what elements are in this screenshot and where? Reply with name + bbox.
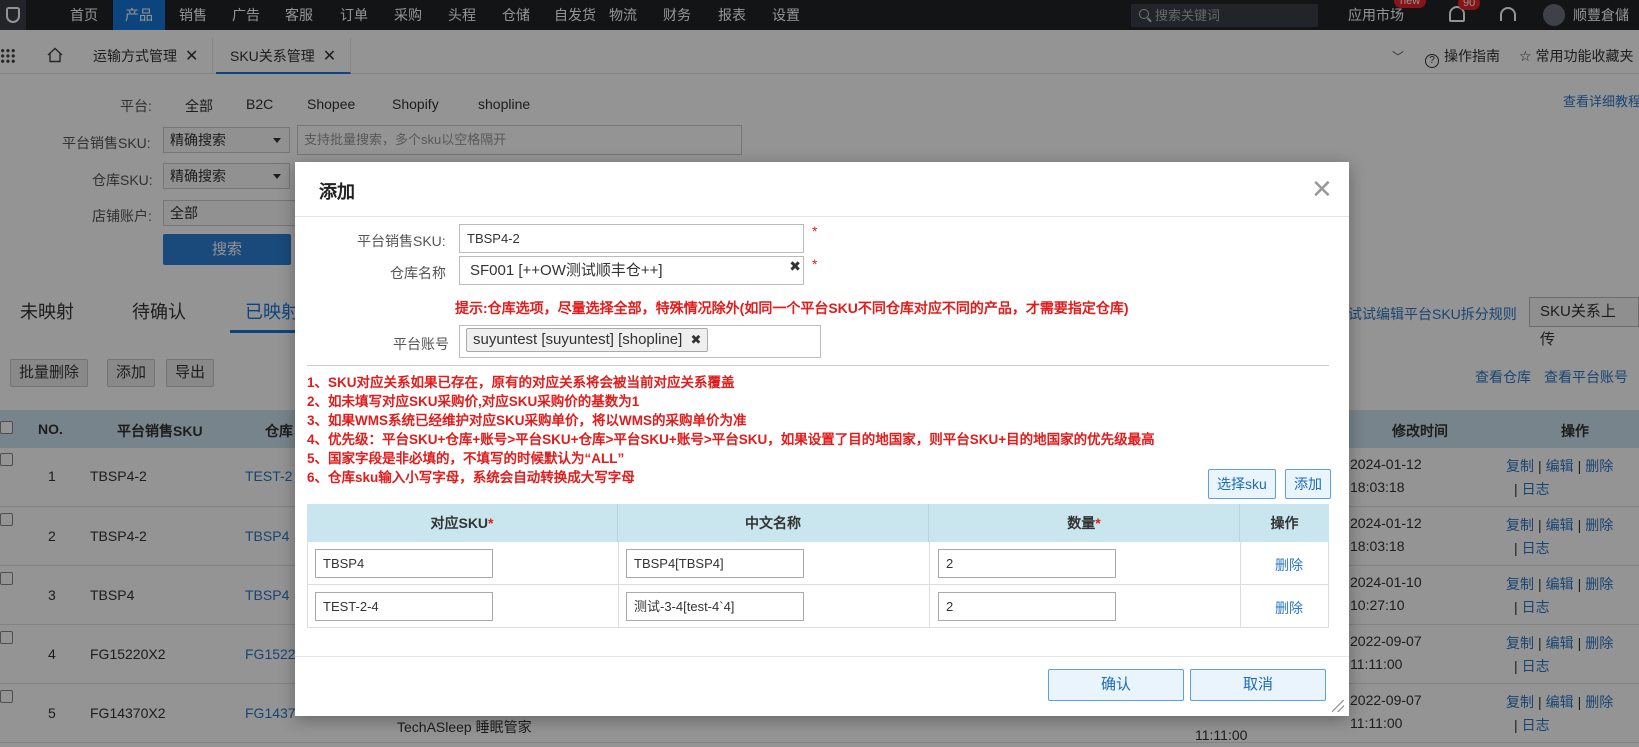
grid-delete-link[interactable]: 删除	[1275, 598, 1303, 618]
platform-account-select[interactable]: suyuntest [suyuntest] [shopline] ✖	[459, 325, 821, 358]
resize-handle-icon[interactable]	[1332, 700, 1344, 712]
add-row-button[interactable]: 添加	[1285, 469, 1331, 499]
required-asterisk: *	[812, 223, 818, 239]
grid-header-ops: 操作	[1240, 504, 1329, 542]
dialog-title: 添加	[319, 182, 355, 202]
warehouse-hint: 提示:仓库选项，尽量选择全部，特殊情况除外(如同一个平台SKU不同仓库对应不同的…	[455, 300, 1129, 316]
rule-item: 1、SKU对应关系如果已存在，原有的对应关系将会被当前对应关系覆盖	[307, 375, 735, 390]
grid-sku-input[interactable]: TBSP4	[315, 549, 493, 578]
close-icon[interactable]: ✕	[1311, 176, 1333, 202]
rule-item: 6、仓库sku输入小写字母，系统会自动转换成大写字母	[307, 470, 635, 485]
rule-item: 3、如果WMS系统已经维护对应SKU采购单价，将以WMS的采购单价为准	[307, 413, 747, 428]
grid-header-sku: 对应SKU*	[307, 504, 618, 542]
rule-item: 4、优先级：平台SKU+仓库+账号>平台SKU+仓库>平台SKU+账号>平台SK…	[307, 432, 1155, 447]
grid-qty-input[interactable]: 2	[938, 592, 1116, 621]
grid-name-input[interactable]: TBSP4[TBSP4]	[626, 549, 804, 578]
cancel-button[interactable]: 取消	[1190, 669, 1326, 701]
grid-qty-input[interactable]: 2	[938, 549, 1116, 578]
divider	[295, 216, 1349, 217]
select-sku-button[interactable]: 选择sku	[1208, 469, 1276, 499]
account-tag: suyuntest [suyuntest] [shopline] ✖	[466, 328, 709, 352]
rule-item: 2、如未填写对应SKU采购价,对应SKU采购价的基数为1	[307, 394, 640, 409]
grid-delete-link[interactable]: 删除	[1275, 555, 1303, 575]
required-asterisk: *	[488, 515, 494, 531]
close-icon[interactable]: ✖	[690, 332, 701, 347]
add-sku-relation-dialog: 添加 ✕ 平台销售SKU: TBSP4-2 * 仓库名称 SF001 [++OW…	[295, 162, 1349, 716]
warehouse-select[interactable]: SF001 [++OW测试顺丰仓++] ✖	[459, 256, 804, 285]
divider	[307, 365, 1329, 366]
required-asterisk: *	[812, 256, 818, 272]
rule-item: 5、国家字段是非必填的，不填写的时候默认为“ALL”	[307, 451, 625, 466]
platform-account-label: 平台账号	[393, 336, 449, 352]
grid-header-qty: 数量*	[929, 504, 1240, 542]
grid-header-name: 中文名称	[618, 504, 929, 542]
rules-list: 1、SKU对应关系如果已存在，原有的对应关系将会被当前对应关系覆盖 2、如未填写…	[307, 373, 1155, 487]
clear-icon[interactable]: ✖	[789, 253, 801, 280]
confirm-button[interactable]: 确认	[1048, 669, 1184, 701]
grid-name-input[interactable]: 测试-3-4[test-4`4]	[626, 592, 804, 621]
platform-sku-label: 平台销售SKU:	[357, 233, 446, 249]
required-asterisk: *	[1095, 515, 1101, 531]
divider	[295, 656, 1349, 657]
grid-sku-input[interactable]: TEST-2-4	[315, 592, 493, 621]
platform-sku-input[interactable]: TBSP4-2	[459, 224, 804, 253]
warehouse-name-label: 仓库名称	[390, 265, 446, 281]
